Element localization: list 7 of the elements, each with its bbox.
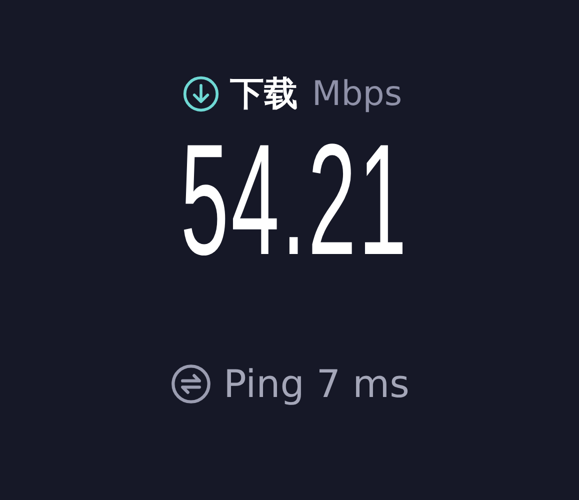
download-label: 下载 (230, 73, 298, 116)
ping-icon (170, 363, 212, 405)
download-icon (182, 75, 220, 113)
speed-value: 54.21 (180, 135, 409, 265)
unit-label: Mbps (312, 74, 402, 114)
ping-label: Ping (224, 362, 304, 406)
ping-value: 7 ms (316, 362, 410, 406)
